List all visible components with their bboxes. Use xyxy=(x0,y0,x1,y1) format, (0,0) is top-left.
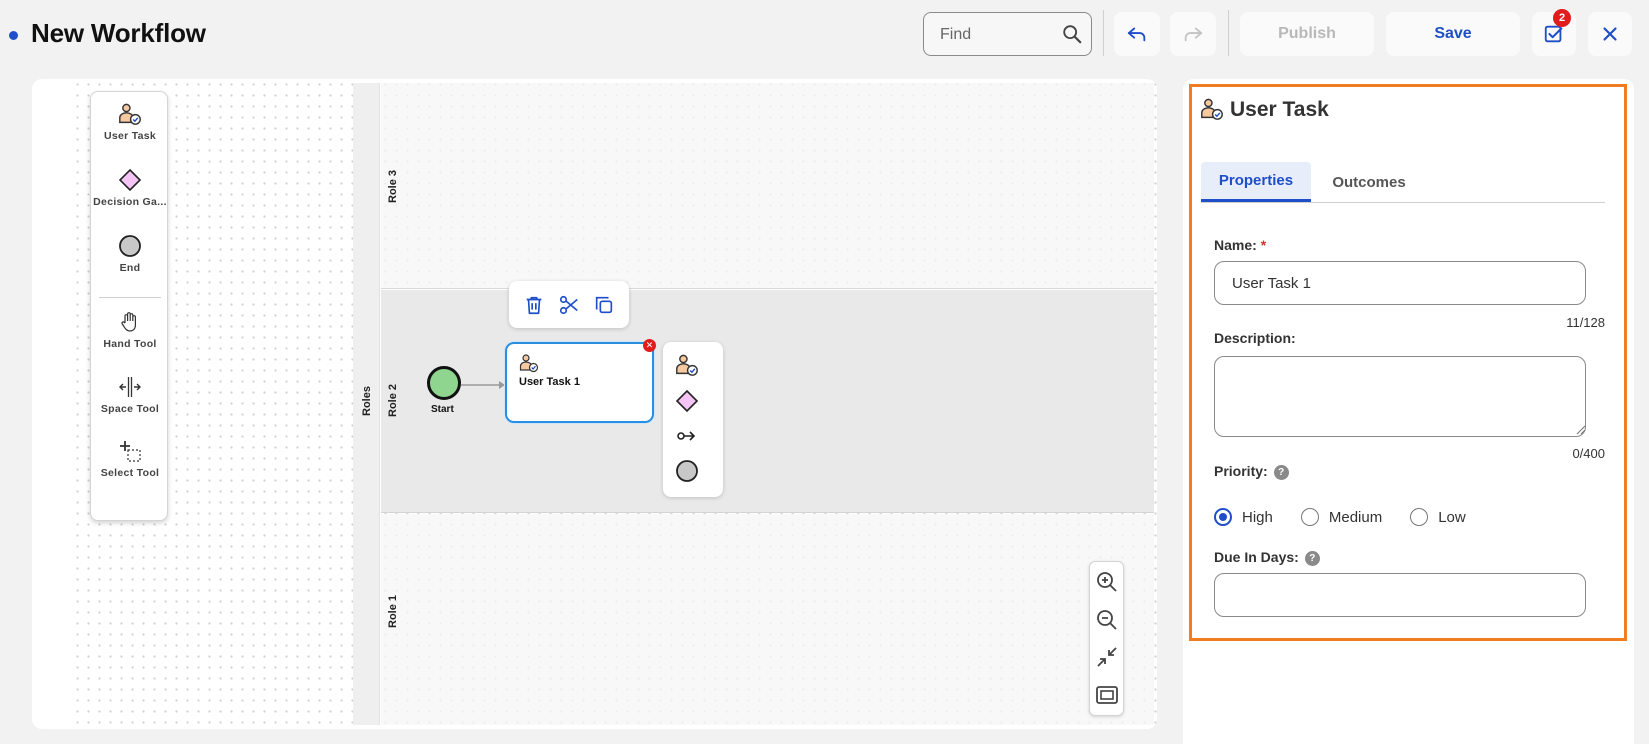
redo-button[interactable] xyxy=(1170,12,1216,56)
search-icon[interactable] xyxy=(1061,23,1083,45)
space-tool-icon xyxy=(119,377,141,397)
help-icon[interactable]: ? xyxy=(1304,551,1320,566)
radio-label: Medium xyxy=(1328,508,1383,526)
palette-space-tool[interactable]: Space Tool xyxy=(91,375,169,415)
palette-decision-gateway[interactable]: Decision Ga... xyxy=(91,168,169,208)
undo-button[interactable] xyxy=(1114,12,1160,56)
due-days-label: Due In Days:? xyxy=(1214,549,1320,566)
tab-outcomes[interactable]: Outcomes xyxy=(1314,162,1424,202)
palette-item-label: Decision Ga... xyxy=(93,196,167,208)
close-button[interactable] xyxy=(1588,12,1632,56)
zoom-out-icon[interactable] xyxy=(1095,608,1119,632)
tasks-button[interactable]: 2 xyxy=(1532,9,1576,56)
lane-role-1[interactable]: Role 1 xyxy=(381,514,1154,725)
priority-medium-radio[interactable]: Medium xyxy=(1300,508,1383,526)
lane-label: Role 1 xyxy=(387,594,399,628)
name-label: Name: * xyxy=(1214,237,1266,253)
radio-label: Low xyxy=(1438,508,1466,526)
remove-element-icon[interactable]: ✕ xyxy=(643,339,656,352)
properties-panel: User Task Properties Outcomes Name: * 11… xyxy=(1189,84,1627,641)
start-event[interactable] xyxy=(427,366,461,400)
lane-role-3[interactable]: Role 3 xyxy=(381,83,1154,289)
connect-icon[interactable] xyxy=(675,424,699,448)
priority-radio-group: High Medium Low xyxy=(1214,505,1494,529)
palette-user-task[interactable]: User Task xyxy=(91,102,169,142)
name-char-counter: 11/128 xyxy=(1566,315,1605,330)
description-char-counter: 0/400 xyxy=(1572,446,1605,461)
palette-item-label: End xyxy=(119,262,141,274)
append-end-event-icon[interactable] xyxy=(675,459,699,483)
radio-circle[interactable] xyxy=(1214,508,1232,526)
help-icon[interactable]: ? xyxy=(1273,465,1289,480)
description-label: Description: xyxy=(1214,330,1296,346)
cut-icon[interactable] xyxy=(558,294,580,316)
page-title: New Workflow xyxy=(31,18,206,48)
palette-item-label: Hand Tool xyxy=(103,338,157,350)
resize-handle-icon[interactable] xyxy=(1574,423,1586,435)
lane-label: Role 3 xyxy=(387,169,399,203)
radio-circle[interactable] xyxy=(1300,508,1319,526)
find-box[interactable] xyxy=(923,12,1092,56)
due-days-input[interactable] xyxy=(1214,573,1586,617)
decision-gateway-icon xyxy=(118,168,142,192)
user-task-icon xyxy=(119,103,141,125)
copy-icon[interactable] xyxy=(593,294,615,316)
save-button[interactable]: Save xyxy=(1386,12,1520,56)
description-textarea[interactable] xyxy=(1214,356,1586,437)
start-event-label: Start xyxy=(431,404,454,415)
radio-circle[interactable] xyxy=(1410,508,1429,526)
tool-palette: User Task Decision Ga... End Hand Tool S… xyxy=(90,91,168,521)
palette-item-label: Select Tool xyxy=(100,467,160,479)
hand-tool-icon xyxy=(121,312,136,332)
append-element-pad xyxy=(663,342,723,497)
name-label-text: Name: xyxy=(1214,237,1257,253)
required-mark: * xyxy=(1260,237,1267,253)
priority-high-radio[interactable]: High xyxy=(1214,508,1273,526)
pool-header[interactable]: Roles xyxy=(353,83,380,725)
sequence-flow-arrow[interactable] xyxy=(461,380,505,390)
fit-to-screen-icon[interactable] xyxy=(1095,645,1119,669)
header-divider xyxy=(1228,10,1229,56)
due-days-label-text: Due In Days: xyxy=(1214,549,1299,565)
palette-item-label: Space Tool xyxy=(100,403,160,415)
minimap-icon[interactable] xyxy=(1095,683,1119,707)
select-tool-icon xyxy=(120,441,141,462)
user-task-node[interactable]: User Task 1 xyxy=(505,342,654,423)
name-input[interactable] xyxy=(1214,261,1586,305)
undo-icon xyxy=(1127,27,1146,42)
zoom-controls xyxy=(1089,561,1124,716)
radio-label: High xyxy=(1242,508,1273,526)
delete-icon[interactable] xyxy=(523,294,545,316)
palette-end-event[interactable]: End xyxy=(91,234,169,274)
find-input[interactable] xyxy=(940,24,1055,46)
priority-label-text: Priority: xyxy=(1214,463,1268,479)
user-task-icon xyxy=(1201,98,1223,120)
user-task-icon xyxy=(519,354,539,373)
panel-title: User Task xyxy=(1230,98,1329,121)
element-context-toolbar xyxy=(509,281,629,328)
palette-hand-tool[interactable]: Hand Tool xyxy=(91,310,169,350)
palette-select-tool[interactable]: Select Tool xyxy=(91,439,169,479)
lane-label: Role 2 xyxy=(387,383,399,417)
append-user-task-icon[interactable] xyxy=(675,353,699,377)
priority-label: Priority:? xyxy=(1214,463,1289,480)
append-decision-gateway-icon[interactable] xyxy=(675,389,699,413)
zoom-in-icon[interactable] xyxy=(1095,570,1119,594)
palette-item-label: User Task xyxy=(103,130,157,142)
tab-properties[interactable]: Properties xyxy=(1201,162,1311,202)
tasks-count-badge: 2 xyxy=(1553,9,1571,27)
header-divider xyxy=(1103,10,1104,56)
user-task-label: User Task 1 xyxy=(519,376,580,388)
unsaved-indicator-dot xyxy=(9,31,18,40)
lane-role-2[interactable]: Role 2 xyxy=(381,290,1154,513)
palette-divider xyxy=(99,297,161,298)
redo-icon xyxy=(1184,27,1203,42)
end-event-icon xyxy=(119,235,141,257)
panel-tabs: Properties Outcomes xyxy=(1201,162,1605,203)
app-header: New Workflow Publish Save 2 xyxy=(0,0,1649,70)
close-icon xyxy=(1603,27,1617,41)
pool-label: Roles xyxy=(361,386,373,416)
publish-button[interactable]: Publish xyxy=(1240,12,1374,56)
priority-low-radio[interactable]: Low xyxy=(1410,508,1466,526)
